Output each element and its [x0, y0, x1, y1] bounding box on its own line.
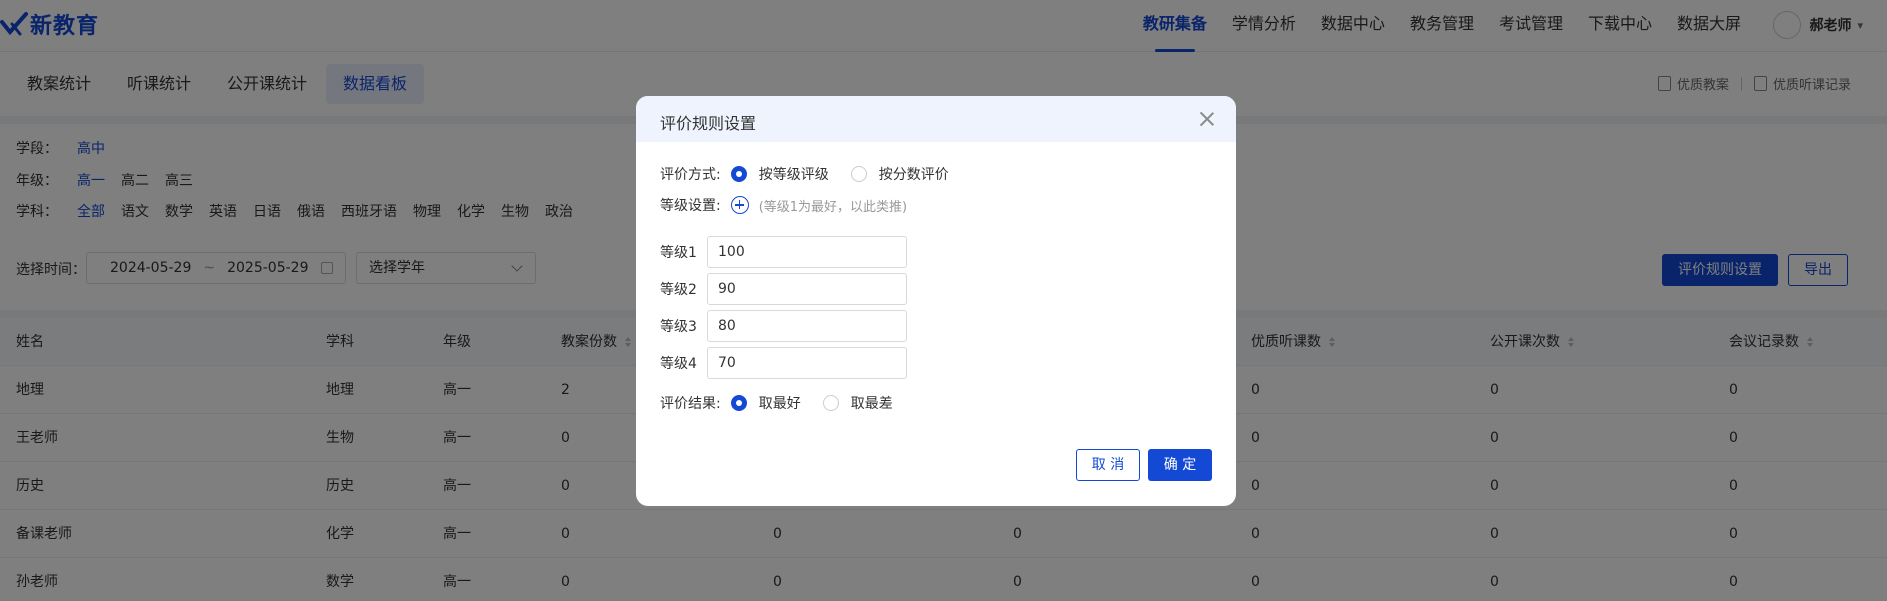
- level-label: 等级2: [660, 282, 697, 298]
- level-row: 等级1: [660, 236, 907, 268]
- radio-label[interactable]: 取最差: [851, 393, 893, 413]
- rule-settings-dialog: 评价规则设置 评价方式: 按等级评级 按分数评价 等级设置: (等级1为最好，以…: [636, 96, 1236, 506]
- radio-method-score[interactable]: [850, 166, 867, 182]
- dialog-title: 评价规则设置: [660, 114, 757, 133]
- level-label: 等级3: [660, 319, 697, 335]
- radio-method-level[interactable]: [730, 166, 747, 182]
- level-hint: (等级1为最好，以此类推): [758, 199, 908, 215]
- level-row: 等级2: [660, 273, 907, 305]
- level-label: 等级1: [660, 245, 697, 261]
- level-value-input[interactable]: [707, 310, 907, 342]
- level-value-input[interactable]: [707, 347, 907, 379]
- level-label: 等级4: [660, 356, 697, 372]
- level-value-input[interactable]: [707, 236, 907, 268]
- method-row: 评价方式: 按等级评级 按分数评价: [660, 164, 971, 184]
- level-setting-row: 等级设置: (等级1为最好，以此类推): [660, 195, 907, 215]
- close-icon[interactable]: [1198, 110, 1216, 128]
- dialog-header: 评价规则设置: [636, 96, 1236, 142]
- radio-label[interactable]: 按分数评价: [879, 164, 949, 184]
- method-label: 评价方式:: [660, 167, 721, 183]
- radio-label[interactable]: 取最好: [759, 393, 801, 413]
- level-row: 等级4: [660, 347, 907, 379]
- radio-result-worst[interactable]: [822, 395, 839, 411]
- level-setting-label: 等级设置:: [660, 198, 721, 214]
- cancel-button[interactable]: 取 消: [1076, 449, 1140, 481]
- radio-label[interactable]: 按等级评级: [759, 164, 829, 184]
- result-label: 评价结果:: [660, 396, 721, 412]
- level-row: 等级3: [660, 310, 907, 342]
- radio-result-best[interactable]: [730, 395, 747, 411]
- level-value-input[interactable]: [707, 273, 907, 305]
- add-level-icon[interactable]: [730, 196, 749, 214]
- confirm-button[interactable]: 确 定: [1148, 449, 1212, 481]
- result-row: 评价结果: 取最好 取最差: [660, 393, 915, 413]
